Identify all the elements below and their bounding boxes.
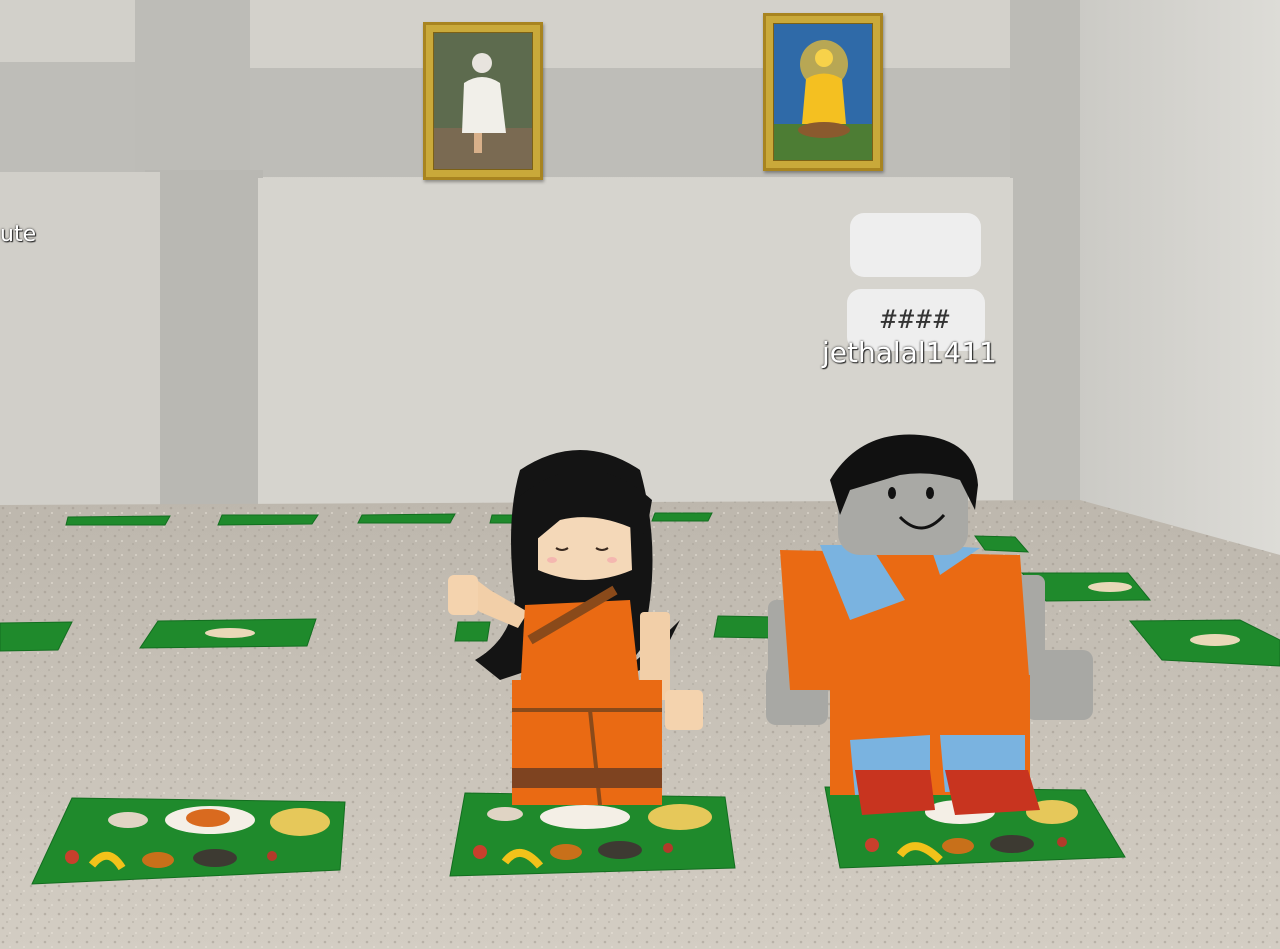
game-viewport[interactable]: #### jethalal1411 ute [0,0,1280,949]
player-nametag: jethalal1411 [822,336,997,369]
chat-bubble-previous [850,213,981,277]
avatar-jethalal1411[interactable] [0,0,1280,949]
chat-bubble-latest-text: #### [880,305,952,335]
offscreen-nametag-fragment: ute [0,222,37,247]
